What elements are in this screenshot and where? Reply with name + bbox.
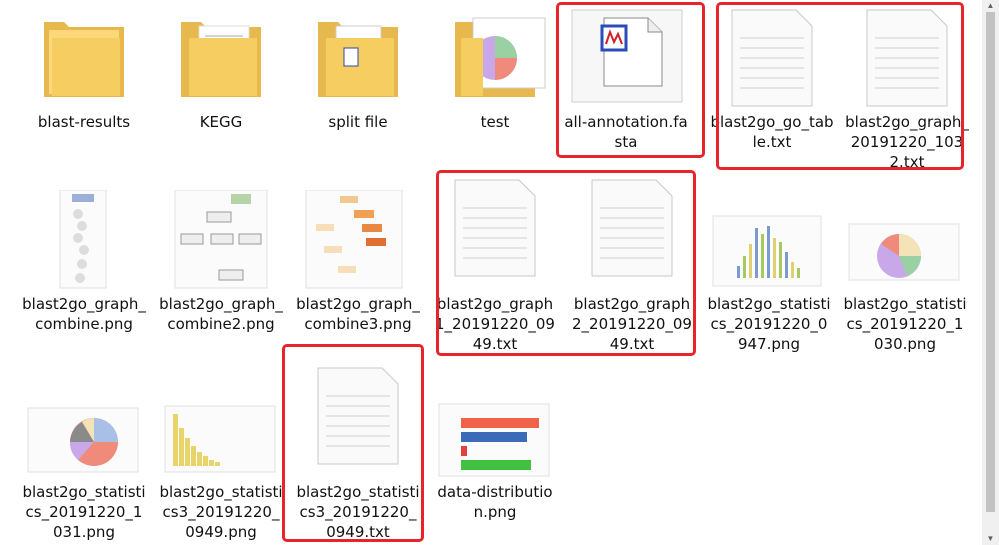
histogram-thumbnail <box>159 378 283 478</box>
file-label: blast-results <box>37 113 131 131</box>
pie-chart-thumbnail <box>843 190 967 290</box>
file-label: blast2go_graph2_20191220_0949.txt <box>572 295 692 353</box>
fasta-file-icon <box>564 8 688 108</box>
file-label: blast2go_graph_combine.png <box>22 295 146 333</box>
file-label: blast2go_statistics3_20191220_0949.txt <box>296 483 420 541</box>
file-label: blast2go_graph_20191220_1032.txt <box>845 113 969 171</box>
file-label: blast2go_graph1_20191220_0949.txt <box>435 295 555 353</box>
txt-file-icon <box>710 8 834 108</box>
scroll-up-icon[interactable]: ▲ <box>982 0 999 12</box>
file-label: blast2go_go_table.txt <box>710 113 834 151</box>
file-label: blast2go_statistics_20191220_1031.png <box>22 483 146 541</box>
folder-icon <box>433 8 557 108</box>
file-label: blast2go_graph_combine2.png <box>159 295 283 333</box>
graph-image-thumbnail <box>296 189 420 290</box>
file-label: blast2go_statistics_20191220_0947.png <box>707 295 831 353</box>
file-label: blast2go_statistics3_20191220_0949.png <box>159 483 283 541</box>
scroll-down-icon[interactable]: ▼ <box>982 533 999 545</box>
graph-image-thumbnail <box>22 189 146 290</box>
folder-icon <box>296 8 420 108</box>
txt-file-icon <box>570 178 694 278</box>
file-label: blast2go_statistics_20191220_1030.png <box>843 295 967 353</box>
txt-file-icon <box>296 366 420 466</box>
scroll-thumb[interactable] <box>986 12 995 512</box>
folder-icon <box>22 8 146 108</box>
txt-file-icon <box>845 8 969 108</box>
file-label: KEGG <box>199 113 243 131</box>
graph-image-thumbnail <box>159 189 283 290</box>
txt-file-icon <box>433 178 557 278</box>
vertical-scrollbar[interactable]: ▲ ▼ <box>982 0 999 545</box>
file-label: all-annotation.fasta <box>564 113 688 151</box>
file-label: data-distribution.png <box>437 483 553 521</box>
folder-icon <box>159 8 283 108</box>
bar-chart-thumbnail <box>433 378 557 478</box>
file-label: blast2go_graph_combine3.png <box>296 295 420 333</box>
file-label: split file <box>328 113 388 131</box>
bar-chart-thumbnail <box>707 190 831 290</box>
file-label: test <box>480 113 510 131</box>
pie-chart-thumbnail <box>22 378 146 478</box>
